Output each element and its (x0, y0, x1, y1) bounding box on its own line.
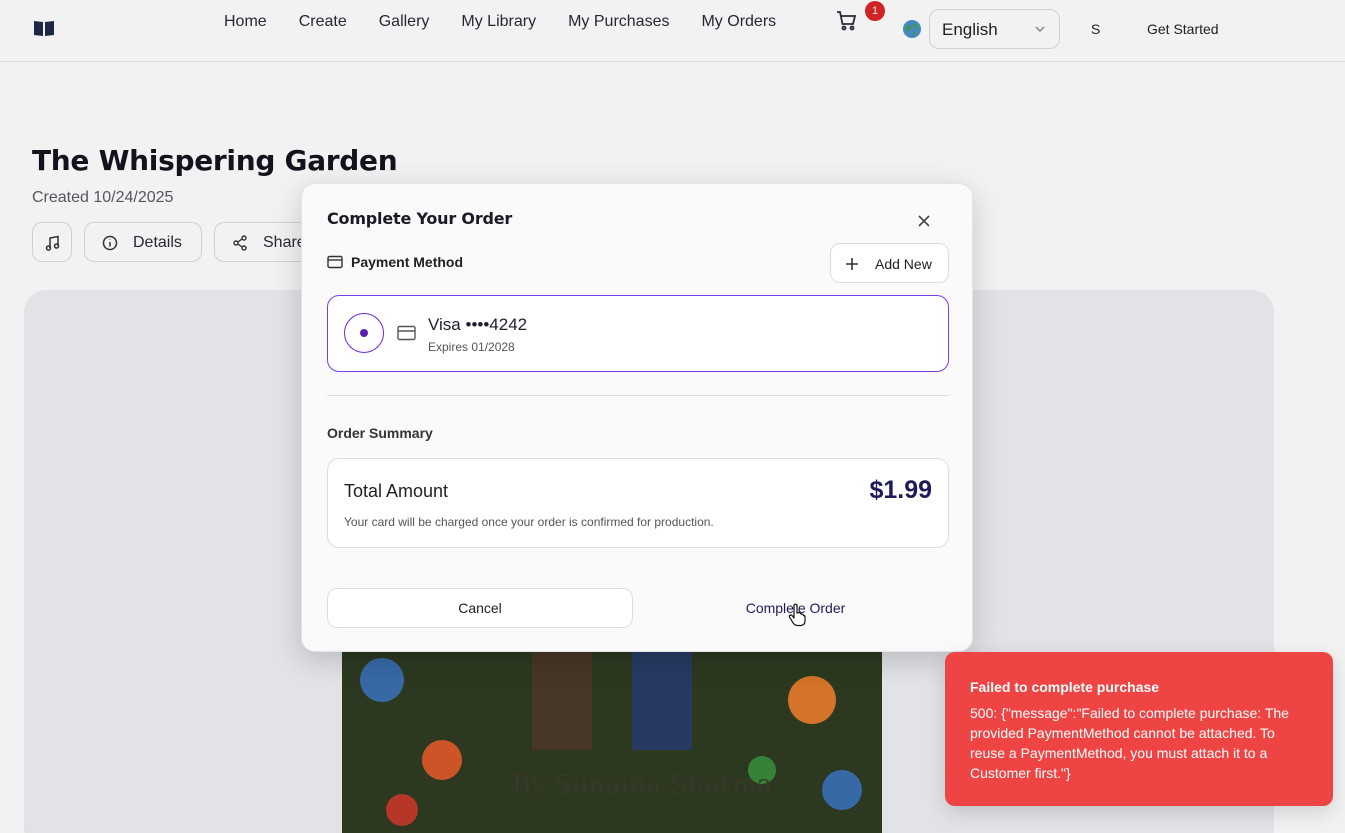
plus-icon (846, 258, 858, 270)
toast-title: Failed to complete purchase (970, 679, 1160, 695)
order-modal: Complete Your Order Payment Method Add N… (301, 183, 973, 652)
modal-title: Complete Your Order (327, 209, 513, 228)
card-name: Visa ••••4242 (428, 315, 528, 334)
order-summary-label: Order Summary (327, 425, 433, 441)
close-icon[interactable] (916, 213, 932, 229)
card-radio[interactable] (344, 313, 384, 353)
radio-selected-dot (360, 329, 368, 337)
total-amount-value: $1.99 (869, 476, 932, 504)
card-expiry: Expires 01/2028 (428, 340, 515, 354)
order-summary-box: Total Amount $1.99 Your card will be cha… (327, 458, 949, 548)
divider (327, 395, 949, 396)
add-new-label: Add New (875, 256, 932, 272)
charge-note: Your card will be charged once your orde… (344, 515, 714, 529)
credit-card-icon (327, 255, 343, 269)
cancel-button[interactable]: Cancel (327, 588, 633, 628)
payment-method-label: Payment Method (351, 254, 464, 270)
hand-cursor-icon (788, 603, 806, 627)
toast-message: 500: {"message":"Failed to complete purc… (970, 705, 1289, 781)
credit-card-icon (397, 325, 416, 341)
payment-card-option[interactable]: Visa ••••4242 Expires 01/2028 (327, 295, 949, 372)
error-toast[interactable]: Failed to complete purchase 500: {"messa… (945, 652, 1333, 806)
add-new-button[interactable]: Add New (830, 243, 949, 283)
total-amount-label: Total Amount (344, 481, 449, 501)
